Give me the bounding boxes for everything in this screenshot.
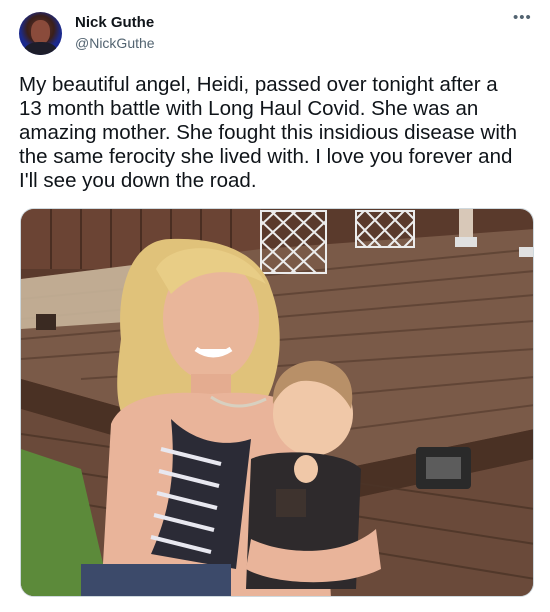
avatar-face <box>31 20 50 44</box>
tweet: Nick Guthe @NickGuthe ••• My beautiful a… <box>0 0 550 612</box>
more-icon[interactable]: ••• <box>513 10 532 25</box>
display-name[interactable]: Nick Guthe <box>75 14 154 31</box>
tweet-text: My beautiful angel, Heidi, passed over t… <box>19 73 517 192</box>
photo-image <box>21 209 533 596</box>
avatar[interactable] <box>19 12 62 55</box>
user-handle[interactable]: @NickGuthe <box>75 35 155 51</box>
tweet-photo[interactable] <box>20 208 534 597</box>
avatar-shirt <box>24 42 57 55</box>
